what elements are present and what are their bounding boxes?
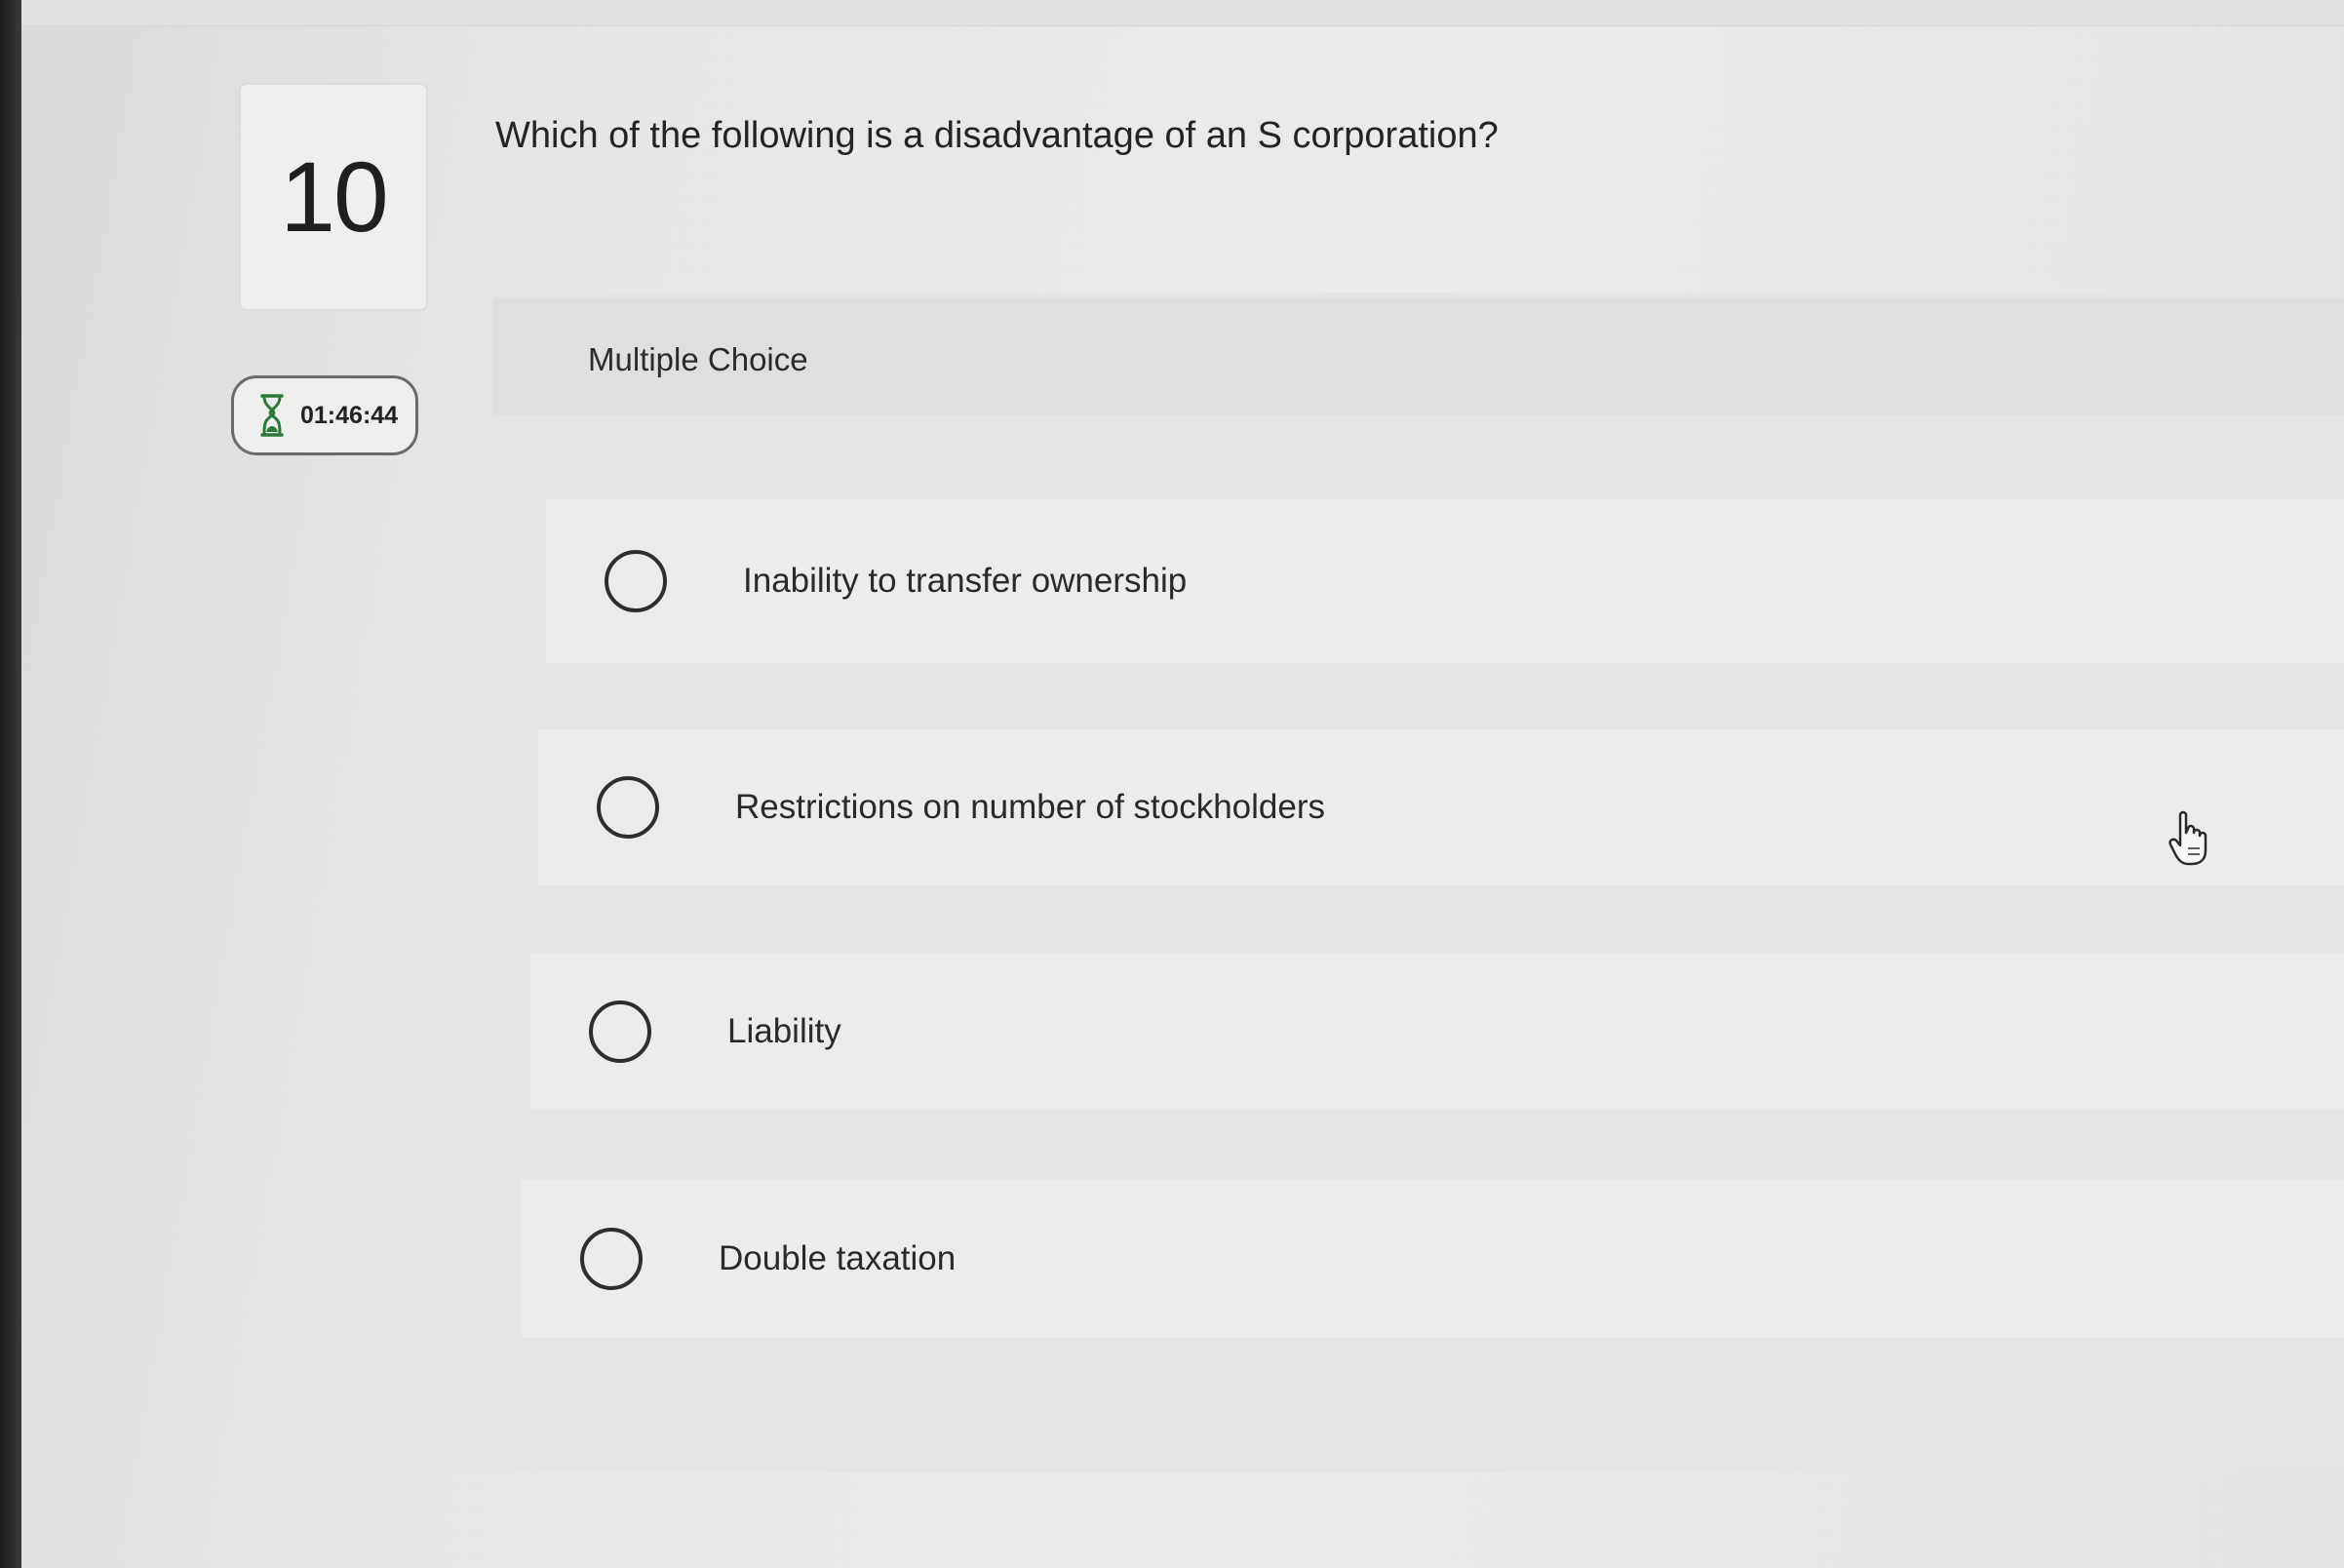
answer-option[interactable]: Liability (530, 954, 2344, 1110)
radio-button[interactable] (597, 776, 659, 839)
question-number-box: 10 (239, 83, 428, 311)
answer-option[interactable]: Inability to transfer ownership (546, 499, 2344, 663)
radio-button[interactable] (605, 550, 667, 612)
answer-option-label: Inability to transfer ownership (743, 562, 1188, 600)
answer-option[interactable]: Double taxation (522, 1180, 2344, 1338)
radio-button[interactable] (589, 1000, 651, 1063)
question-type-label: Multiple Choice (588, 341, 808, 377)
hourglass-icon (260, 394, 284, 437)
radio-button[interactable] (580, 1228, 643, 1290)
answer-option-label: Restrictions on number of stockholders (735, 788, 1325, 826)
timer[interactable]: 01:46:44 (231, 375, 418, 455)
question-prompt: Which of the following is a disadvantage… (495, 115, 1499, 156)
screen-bezel (0, 0, 21, 1568)
question-number: 10 (280, 140, 388, 253)
hand-pointer-icon (2168, 810, 2207, 866)
answer-option-label: Double taxation (719, 1239, 957, 1277)
answer-option-label: Liability (727, 1012, 841, 1050)
answer-option[interactable]: Restrictions on number of stockholders (538, 729, 2344, 885)
timer-value: 01:46:44 (300, 401, 399, 429)
top-bar (21, 0, 2344, 26)
